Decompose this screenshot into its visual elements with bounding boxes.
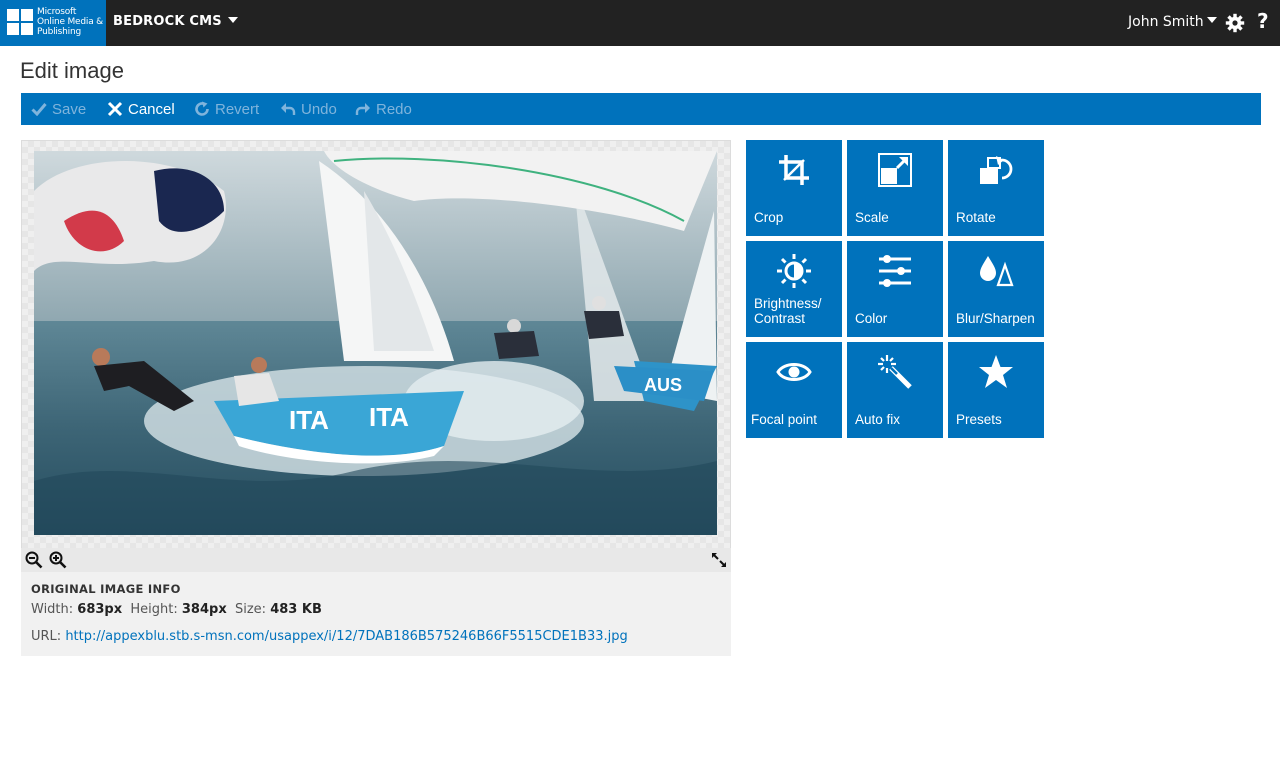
page-title: Edit image [20,58,124,83]
info-dimensions: Width: 683px Height: 384px Size: 483 KB [31,602,322,617]
original-image-info: ORIGINAL IMAGE INFO Width: 683px Height:… [21,572,731,656]
image-url-link[interactable]: http://appexblu.stb.s-msn.com/usappex/i/… [65,629,627,644]
checkmark-icon [31,103,47,116]
scale-icon [878,153,912,187]
rotate-label: Rotate [956,210,996,225]
redo-button[interactable]: Redo [355,93,412,125]
crop-icon [779,155,809,185]
undo-label: Undo [301,100,337,118]
star-icon [979,355,1013,388]
revert-button[interactable]: Revert [194,93,259,125]
expand-icon[interactable] [710,551,728,569]
save-label: Save [52,100,87,118]
rotate-tile[interactable]: Rotate [948,140,1044,236]
blur-sharpen-icon [980,256,1014,287]
user-name: John Smith [1128,14,1204,30]
eye-icon [776,363,812,381]
scale-label: Scale [855,210,889,225]
redo-icon [355,103,370,115]
gear-icon[interactable] [1225,13,1245,33]
color-tile[interactable]: Color [847,241,943,337]
presets-label: Presets [956,412,1002,427]
redo-label: Redo [376,100,412,118]
brightness-icon [777,254,811,288]
width-value: 683px [77,602,123,617]
width-label: Width: [31,602,74,617]
save-button[interactable]: Save [31,93,86,125]
url-label: URL: [31,629,62,644]
user-menu[interactable]: John Smith [1128,14,1217,30]
info-url: URL: http://appexblu.stb.s-msn.com/usapp… [31,629,628,644]
info-heading: ORIGINAL IMAGE INFO [31,582,181,596]
top-bar: Microsoft Online Media & Publishing BEDR… [0,0,1280,46]
hull-text: ITA [289,405,329,435]
edit-toolbar: Save Cancel Revert Undo Redo [21,93,1261,125]
scale-tile[interactable]: Scale [847,140,943,236]
edited-photo[interactable]: ITA ITA AUS [34,151,717,535]
revert-label: Revert [215,100,260,118]
chevron-down-icon [227,16,238,23]
color-label: Color [855,311,888,326]
hull-text: AUS [644,375,682,395]
cancel-button[interactable]: Cancel [107,93,175,125]
microsoft-logo[interactable]: Microsoft Online Media & Publishing [0,0,106,46]
presets-tile[interactable]: Presets [948,342,1044,438]
zoom-in-icon[interactable] [49,551,67,569]
auto-fix-label: Auto fix [855,412,901,427]
height-value: 384px [181,602,227,617]
help-icon[interactable]: ? [1257,9,1269,33]
app-menu[interactable]: BEDROCK CMS [113,14,238,29]
chevron-down-icon [1206,17,1217,23]
sailing-photo-illustration: ITA ITA AUS [34,151,717,535]
color-sliders-icon [879,255,911,287]
crop-tile[interactable]: Crop [746,140,842,236]
cancel-label: Cancel [128,100,175,118]
blur-sharpen-label: Blur/Sharpen [956,311,1035,326]
size-value: 483 KB [270,602,322,617]
size-label: Size: [234,602,267,617]
blur-sharpen-tile[interactable]: Blur/Sharpen [948,241,1044,337]
undo-button[interactable]: Undo [280,93,337,125]
height-label: Height: [130,602,178,617]
brightness-contrast-label: Brightness/ Contrast [754,296,822,326]
focal-point-label: Focal point [751,412,818,427]
magic-wand-icon [878,355,912,389]
focal-point-tile[interactable]: Focal point [746,342,842,438]
zoom-bar [21,548,731,572]
rotate-icon [980,156,1013,184]
zoom-out-icon[interactable] [25,551,43,569]
auto-fix-tile[interactable]: Auto fix [847,342,943,438]
crop-label: Crop [754,210,784,225]
undo-icon [281,103,296,115]
hull-text: ITA [369,402,409,432]
brightness-contrast-tile[interactable]: Brightness/ Contrast [746,241,842,337]
logo-text: Microsoft Online Media & Publishing [37,7,104,37]
app-name: BEDROCK CMS [113,14,222,29]
close-icon [107,101,123,117]
revert-icon [195,101,209,116]
windows-logo-icon [7,9,33,35]
